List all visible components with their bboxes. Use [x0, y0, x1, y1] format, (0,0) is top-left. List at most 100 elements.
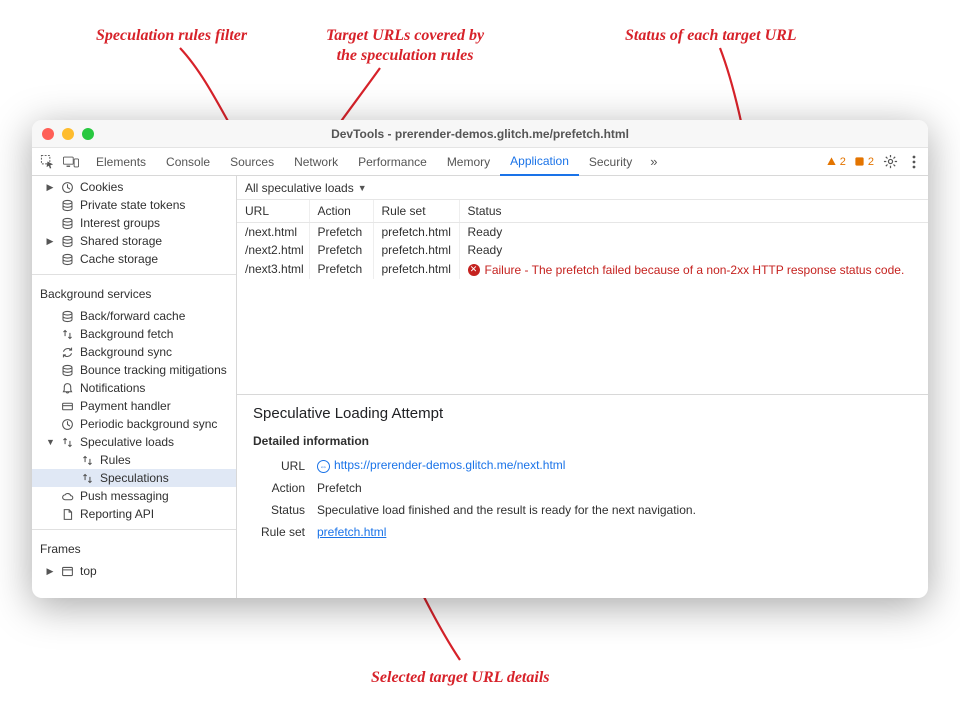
details-ruleset-link[interactable]: prefetch.html	[317, 525, 386, 539]
sidebar-item-label: Back/forward cache	[80, 309, 185, 323]
tab-performance[interactable]: Performance	[348, 148, 437, 176]
sidebar-item-label: top	[80, 564, 97, 578]
column-header-rule-set[interactable]: Rule set	[373, 200, 459, 223]
cell-url: /next.html	[237, 223, 309, 242]
sidebar-item-speculative-loads[interactable]: ▼Speculative loads	[32, 433, 236, 451]
caret-icon: ▶	[46, 236, 54, 247]
column-header-action[interactable]: Action	[309, 200, 373, 223]
details-pane: Speculative Loading Attempt Detailed inf…	[237, 395, 928, 598]
sidebar-item-background-sync[interactable]: Background sync	[32, 343, 236, 361]
sync-icon	[60, 345, 74, 359]
tab-sources[interactable]: Sources	[220, 148, 284, 176]
warnings-badge[interactable]: 2	[826, 156, 846, 168]
kebab-icon[interactable]	[906, 154, 922, 170]
gear-icon[interactable]	[882, 154, 898, 170]
details-url-link[interactable]: https://prerender-demos.glitch.me/next.h…	[334, 458, 565, 472]
details-ruleset-label: Rule set	[253, 525, 305, 539]
close-icon[interactable]	[42, 128, 54, 140]
db-icon	[60, 198, 74, 212]
details-title: Speculative Loading Attempt	[253, 405, 912, 422]
sidebar-item-interest-groups[interactable]: Interest groups	[32, 214, 236, 232]
sidebar-item-label: Speculations	[100, 471, 169, 485]
cell-action: Prefetch	[309, 223, 373, 242]
sidebar-item-payment-handler[interactable]: Payment handler	[32, 397, 236, 415]
traffic-lights	[42, 128, 94, 140]
sidebar-item-label: Speculative loads	[80, 435, 174, 449]
device-icon[interactable]	[62, 153, 80, 171]
db-icon	[60, 216, 74, 230]
sidebar: ▶CookiesPrivate state tokensInterest gro…	[32, 176, 237, 598]
sidebar-item-push-messaging[interactable]: Push messaging	[32, 487, 236, 505]
details-action-value: Prefetch	[317, 481, 362, 495]
sidebar-item-top[interactable]: ▶top	[32, 562, 236, 580]
tab-memory[interactable]: Memory	[437, 148, 500, 176]
annotation-filter: Speculation rules filter	[96, 26, 247, 46]
table-row[interactable]: /next.htmlPrefetchprefetch.htmlReady	[237, 223, 928, 242]
sidebar-item-rules[interactable]: Rules	[32, 451, 236, 469]
clock-icon	[60, 417, 74, 431]
table-row[interactable]: /next3.htmlPrefetchprefetch.html✕Failure…	[237, 259, 928, 279]
minimize-icon[interactable]	[62, 128, 74, 140]
cell-ruleset: prefetch.html	[373, 259, 459, 279]
cell-status: ✕Failure - The prefetch failed because o…	[459, 259, 928, 279]
filter-bar[interactable]: All speculative loads ▼	[237, 176, 928, 200]
db-icon	[60, 309, 74, 323]
sidebar-item-label: Push messaging	[80, 489, 169, 503]
speculations-table: URLActionRule setStatus /next.htmlPrefet…	[237, 200, 928, 395]
annotation-details: Selected target URL details	[371, 668, 549, 688]
zoom-icon[interactable]	[82, 128, 94, 140]
tab-elements[interactable]: Elements	[86, 148, 156, 176]
db-icon	[60, 363, 74, 377]
sidebar-item-reporting-api[interactable]: Reporting API	[32, 505, 236, 523]
sidebar-item-cache-storage[interactable]: Cache storage	[32, 250, 236, 268]
sidebar-item-private-state-tokens[interactable]: Private state tokens	[32, 196, 236, 214]
tab-security[interactable]: Security	[579, 148, 642, 176]
table-row[interactable]: /next2.htmlPrefetchprefetch.htmlReady	[237, 241, 928, 259]
column-header-status[interactable]: Status	[459, 200, 928, 223]
sidebar-item-periodic-background-sync[interactable]: Periodic background sync	[32, 415, 236, 433]
cell-url: /next2.html	[237, 241, 309, 259]
sidebar-item-label: Interest groups	[80, 216, 160, 230]
error-icon: ✕	[468, 264, 480, 276]
more-tabs-icon[interactable]: »	[644, 154, 663, 169]
column-header-url[interactable]: URL	[237, 200, 309, 223]
sidebar-item-background-fetch[interactable]: Background fetch	[32, 325, 236, 343]
cloud-icon	[60, 489, 74, 503]
bell-icon	[60, 381, 74, 395]
updown-icon	[60, 435, 74, 449]
titlebar: DevTools - prerender-demos.glitch.me/pre…	[32, 120, 928, 148]
panel-tabs: ElementsConsoleSourcesNetworkPerformance…	[86, 148, 642, 176]
tab-application[interactable]: Application	[500, 148, 579, 176]
devtools-window: DevTools - prerender-demos.glitch.me/pre…	[32, 120, 928, 598]
sidebar-item-cookies[interactable]: ▶Cookies	[32, 178, 236, 196]
sidebar-item-label: Background fetch	[80, 327, 173, 341]
updown-icon	[60, 327, 74, 341]
tab-console[interactable]: Console	[156, 148, 220, 176]
sidebar-item-notifications[interactable]: Notifications	[32, 379, 236, 397]
filter-label: All speculative loads	[245, 181, 354, 195]
sidebar-item-speculations[interactable]: Speculations	[32, 469, 236, 487]
sidebar-item-label: Background sync	[80, 345, 172, 359]
sidebar-item-bounce-tracking-mitigations[interactable]: Bounce tracking mitigations	[32, 361, 236, 379]
warnings-count: 2	[840, 156, 846, 168]
main-pane: All speculative loads ▼ URLActionRule se…	[237, 176, 928, 598]
sidebar-item-label: Cookies	[80, 180, 123, 194]
db-icon	[60, 252, 74, 266]
details-status-label: Status	[253, 503, 305, 517]
cell-ruleset: prefetch.html	[373, 241, 459, 259]
issues-badge[interactable]: 2	[854, 156, 874, 168]
sidebar-item-label: Notifications	[80, 381, 145, 395]
sidebar-group-frames: Frames	[32, 534, 236, 560]
updown-icon	[80, 453, 94, 467]
tab-network[interactable]: Network	[284, 148, 348, 176]
inspect-icon[interactable]	[38, 153, 56, 171]
window-title: DevTools - prerender-demos.glitch.me/pre…	[32, 127, 928, 141]
sidebar-item-back-forward-cache[interactable]: Back/forward cache	[32, 307, 236, 325]
cell-action: Prefetch	[309, 241, 373, 259]
sidebar-item-shared-storage[interactable]: ▶Shared storage	[32, 232, 236, 250]
card-icon	[60, 399, 74, 413]
sidebar-item-label: Periodic background sync	[80, 417, 217, 431]
details-status-value: Speculative load finished and the result…	[317, 503, 696, 517]
sidebar-item-label: Payment handler	[80, 399, 171, 413]
cell-ruleset: prefetch.html	[373, 223, 459, 242]
